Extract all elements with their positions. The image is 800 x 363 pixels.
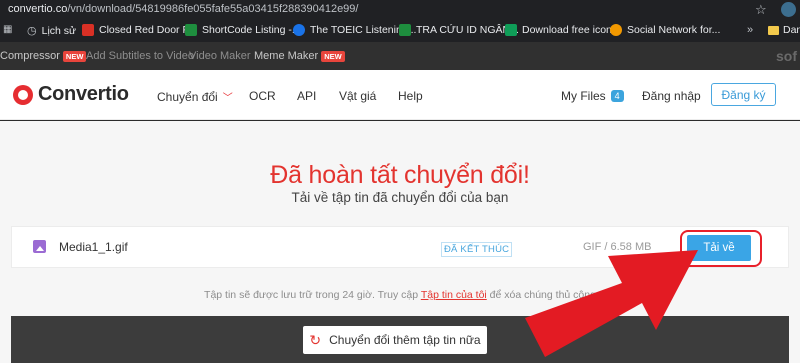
site-header: Convertio Chuyển đổi ﹀ OCR API Vật giá He… (0, 70, 800, 120)
bookmark-label: Social Network for... (627, 24, 721, 36)
brand-name: Convertio (38, 83, 129, 105)
sheets-icon (399, 24, 411, 36)
bookmark-label: Download free icon... (522, 24, 621, 36)
url-host: convertio.co (8, 3, 68, 15)
signup-button[interactable]: Đăng ký (711, 83, 776, 106)
bookmark-apps[interactable]: ▦ (3, 24, 12, 35)
page-title: Đã hoàn tất chuyển đổi! (270, 161, 530, 189)
tool-label: Compressor (0, 50, 60, 62)
sheets-icon (185, 24, 197, 36)
nav-api[interactable]: API (297, 89, 316, 103)
new-badge: NEW (62, 50, 87, 62)
bookmark-star-icon[interactable]: ☆ (755, 2, 767, 18)
nav-help[interactable]: Help (398, 89, 423, 103)
status-badge: ĐÃ KẾT THÚC (441, 242, 513, 257)
site-icon (610, 24, 622, 36)
sheets-icon (505, 24, 517, 36)
bookmark-toeic[interactable]: The TOEIC Listening... (293, 24, 416, 36)
nav-label: Vật giá (339, 89, 377, 103)
notice-text: Tập tin sẽ được lưu trữ trong 24 giờ. Tr… (204, 289, 421, 301)
page-subtitle: Tải về tập tin đã chuyển đổi của bạn (291, 190, 509, 205)
brand-logo[interactable]: Convertio (13, 83, 129, 106)
bookmark-history[interactable]: ◷ Lịch sử (27, 24, 77, 38)
nav-login[interactable]: Đăng nhập (642, 89, 701, 103)
bookmark-label: ShortCode Listing -... (202, 24, 301, 36)
bookmark-label: TRA CỨU ID NGÂN... (416, 24, 519, 36)
url-path: /vn/download/54819986fe055fafe55a03415f2… (67, 3, 359, 15)
nav-label: API (297, 89, 317, 103)
nav-pricing[interactable]: Vật giá (339, 89, 376, 103)
refresh-icon: ↻ (309, 331, 322, 348)
bookmark-label: Closed Red Door P... (99, 24, 197, 36)
tool-label: Add Subtitles to Video (86, 50, 195, 62)
nav-my-files[interactable]: My Files 4 (561, 89, 624, 103)
nav-label: OCR (249, 89, 276, 103)
other-bookmarks-label: Dan (783, 24, 800, 36)
more-bookmarks-icon[interactable]: » (747, 24, 753, 36)
nav-convert[interactable]: Chuyển đổi ﹀ (157, 89, 233, 105)
url-text[interactable]: convertio.co/vn/download/54819986fe055fa… (8, 3, 358, 15)
nav-label: Đăng nhập (642, 89, 701, 103)
nav-label: My Files (561, 89, 606, 103)
profile-avatar[interactable] (781, 2, 796, 17)
tool-compressor[interactable]: Compressor NEW (0, 50, 87, 62)
convert-more-button[interactable]: ↻ Chuyển đổi thêm tập tin nữa (303, 326, 487, 354)
pinterest-icon (82, 24, 94, 36)
other-bookmarks[interactable]: Dan (768, 24, 800, 36)
bookmark-label: Lịch sử (41, 24, 77, 37)
browser-address-bar[interactable]: convertio.co/vn/download/54819986fe055fa… (0, 0, 800, 20)
bookmark-download-icon[interactable]: Download free icon... (505, 24, 621, 36)
bookmark-tra-cuu[interactable]: TRA CỨU ID NGÂN... (399, 24, 519, 36)
tool-meme-maker[interactable]: Meme Maker NEW (254, 50, 345, 62)
convertio-logo-icon (13, 84, 33, 105)
folder-icon (768, 25, 779, 35)
tool-strip: Compressor NEW Add Subtitles to Video Vid… (0, 42, 800, 70)
loading-icon (293, 24, 305, 36)
tool-add-subtitles[interactable]: Add Subtitles to Video (86, 50, 194, 62)
image-file-icon (33, 240, 46, 253)
history-icon: ◷ (27, 25, 37, 37)
tool-label: Video Maker (189, 50, 251, 62)
bookmark-shortcode[interactable]: ShortCode Listing -... (185, 24, 301, 36)
nav-ocr[interactable]: OCR (249, 89, 276, 103)
files-count-badge: 4 (610, 90, 624, 102)
convert-more-label: Chuyển đổi thêm tập tin nữa (329, 333, 481, 347)
tool-video-maker[interactable]: Video Maker (189, 50, 251, 62)
annotation-arrow-icon (525, 250, 698, 357)
my-files-link[interactable]: Tập tin của tôi (421, 289, 487, 301)
file-name: Media1_1.gif (59, 240, 128, 254)
bookmark-closed-red-door[interactable]: Closed Red Door P... (82, 24, 197, 36)
nav-label: Help (398, 89, 423, 103)
new-badge: NEW (321, 50, 345, 62)
bookmarks-bar: ▦ ◷ Lịch sử Closed Red Door P... ShortCod… (0, 20, 800, 42)
bookmark-social-network[interactable]: Social Network for... (610, 24, 720, 36)
nav-label: Chuyển đổi (157, 89, 218, 104)
chevron-down-icon: ﹀ (222, 93, 233, 104)
tool-label: Meme Maker (254, 50, 319, 62)
partner-logo: sof (776, 48, 797, 64)
apps-icon: ▦ (3, 24, 13, 35)
